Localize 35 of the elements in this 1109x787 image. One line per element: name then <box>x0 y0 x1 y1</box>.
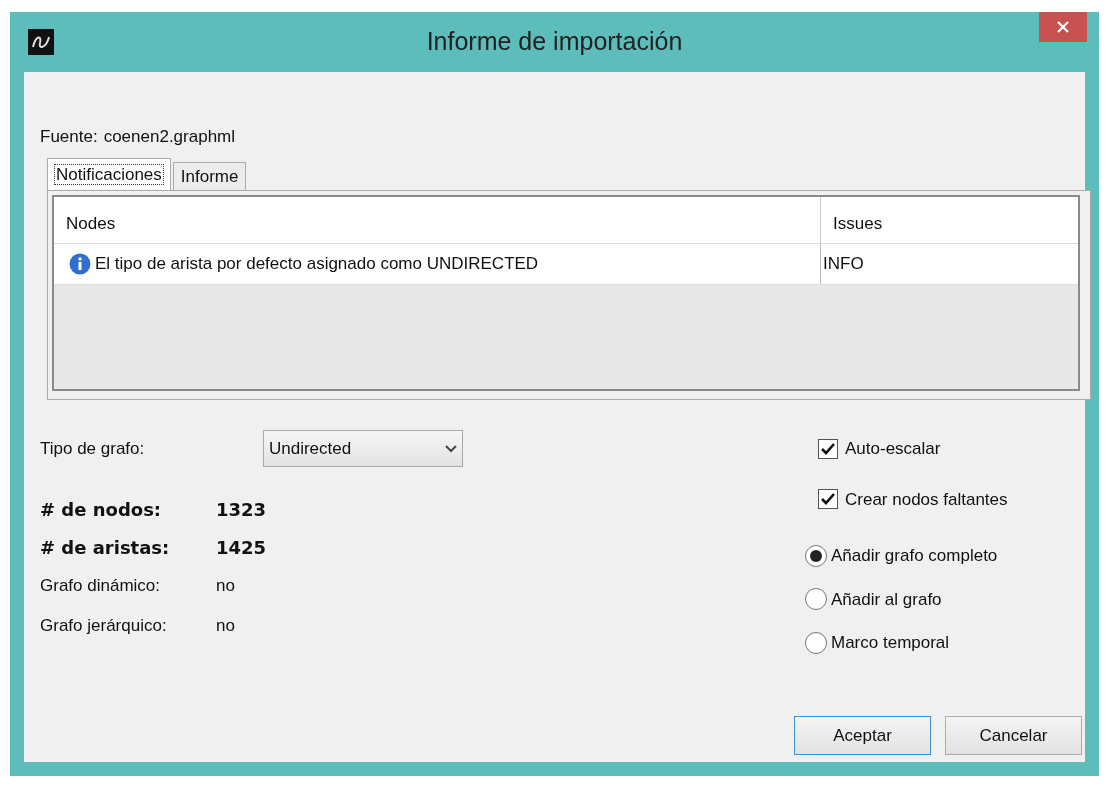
graph-type-dropdown[interactable]: Undirected <box>263 430 463 467</box>
source-label: Fuente: <box>40 126 98 148</box>
tab[interactable]: Notificaciones <box>47 158 171 190</box>
stat-value: 1425 <box>216 535 267 560</box>
stat-label: # de nodos: <box>40 497 163 522</box>
table-cell-text: El tipo de arista por defecto asignado como UNDIRECTED <box>95 253 539 276</box>
checkbox-label: Auto-escalar <box>845 438 941 460</box>
dialog-button[interactable]: Cancelar <box>945 716 1082 755</box>
checkbox[interactable] <box>818 438 838 459</box>
checkbox-label: Crear nodos faltantes <box>845 488 1008 511</box>
close-button[interactable] <box>1039 12 1087 42</box>
info-icon <box>69 253 91 275</box>
close-icon <box>1057 21 1069 33</box>
graph-type-label: Tipo de grafo: <box>40 437 146 460</box>
chevron-down-icon <box>445 444 457 453</box>
stat-value: 1323 <box>216 497 267 522</box>
dialog-button[interactable]: Aceptar <box>794 716 931 755</box>
stat-value: no <box>216 575 235 598</box>
tab[interactable]: Informe <box>172 162 247 190</box>
radio-label: Añadir grafo completo <box>831 545 998 567</box>
column-header[interactable]: Nodes <box>54 197 820 243</box>
radio-button[interactable] <box>805 631 827 654</box>
table-cell-text: INFO <box>823 253 864 276</box>
app-icon <box>28 29 54 55</box>
source-value: coenen2.graphml <box>103 126 236 148</box>
window-title: Informe de importación <box>426 26 683 58</box>
radio-label: Añadir al grafo <box>831 588 942 611</box>
checkbox[interactable] <box>818 489 838 510</box>
radio-label: Marco temporal <box>831 632 950 654</box>
radio-button[interactable] <box>805 588 827 611</box>
stat-value: no <box>216 615 235 638</box>
stat-label: # de aristas: <box>40 535 171 560</box>
radio-button[interactable] <box>805 544 827 567</box>
stat-label: Grafo jerárquico: <box>40 615 168 638</box>
stat-label: Grafo dinámico: <box>40 575 161 598</box>
